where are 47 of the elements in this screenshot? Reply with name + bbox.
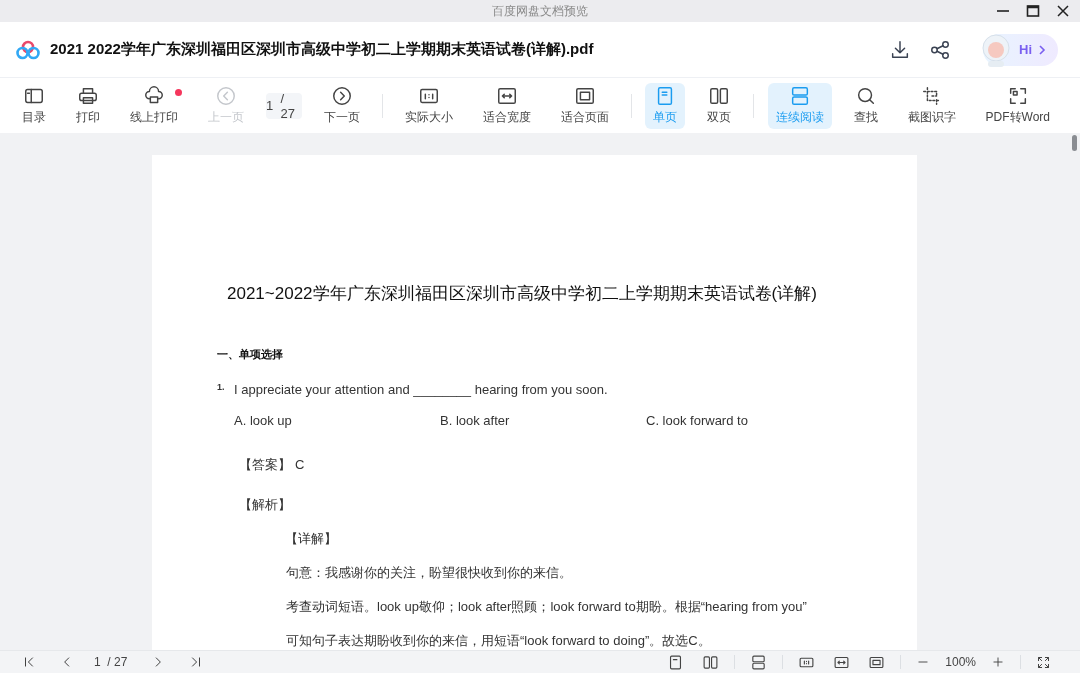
toolbar-button[interactable]: 查找 [845,82,886,129]
fit-width-icon [495,85,518,107]
question-text: I appreciate your attention and ________ hearing from you soon. [234,382,608,397]
toolbar-button[interactable]: 适合宽度 [474,82,539,129]
chevron-icon [1038,44,1046,55]
close-icon[interactable] [1056,4,1070,18]
window-title: 百度网盘文档预览 [492,2,588,20]
detail-label: 【详解】 [285,530,338,548]
page-indicator: 1 / 27 [94,655,128,669]
toolbar-button[interactable]: 下一页 [316,82,369,129]
answer-option: A. look up [234,413,440,428]
explanation-text: 句意：我感谢你的关注，盼望很快收到你的来信。 [286,564,573,582]
explanation-text: 考查动词短语。look up敬仰；look after照顾；look forward to期盼。根据“hearing from you” [286,598,808,616]
scrollbar-thumb[interactable] [1072,135,1077,151]
toolbar-button[interactable]: 目录 [14,82,54,129]
zoom-level: 100% [945,655,976,669]
fullscreen-icon[interactable] [1036,654,1051,670]
analysis-label: 【解析】 [239,496,292,514]
maximize-icon[interactable] [1026,4,1040,18]
avatar-icon [979,32,1013,67]
toolbar-button[interactable]: 适合页面 [552,82,617,129]
share-icon[interactable] [929,38,951,61]
continuous-pages-icon[interactable] [750,653,768,671]
explanation-text: 可知句子表达期盼收到你的来信，用短语“look forward to doing”。故选C。 [286,632,712,650]
answer-option: B. look after [440,413,646,428]
section-heading: 一、单项选择 [217,347,284,362]
toolbar-button[interactable]: 双页 [699,82,740,129]
toolbar-button[interactable]: PDF转Word [977,82,1058,129]
toolbar-button[interactable]: 截图识字 [899,82,964,129]
answer-option: C. look forward to [646,413,852,428]
file-name: 2021 2022学年广东深圳福田区深圳市高级中学初二上学期期末英语试卷(详解).pdf [50,40,594,59]
double-page-icon[interactable] [702,653,720,671]
previous-page-icon [215,85,237,107]
cloud-logo-icon [16,39,40,60]
printer-icon [77,85,99,107]
document-title: 2021~2022学年广东深圳福田区深圳市高级中学初二上学期期末英语试卷(详解) [227,283,818,305]
download-icon[interactable] [889,38,911,61]
question-number: 1. [217,382,226,392]
answer-line: 【答案】 C [239,456,306,474]
toolbar-button[interactable]: 线上打印 [122,82,186,129]
first-page-icon[interactable] [22,655,36,669]
assistant-button[interactable]: Hi [983,33,1058,66]
toolbar-button[interactable]: 打印 [68,82,108,129]
next-page-icon [331,85,354,107]
double-page-icon [708,85,731,107]
toolbar-button[interactable]: 实际大小 [396,82,461,129]
fit-page-icon [573,85,596,107]
